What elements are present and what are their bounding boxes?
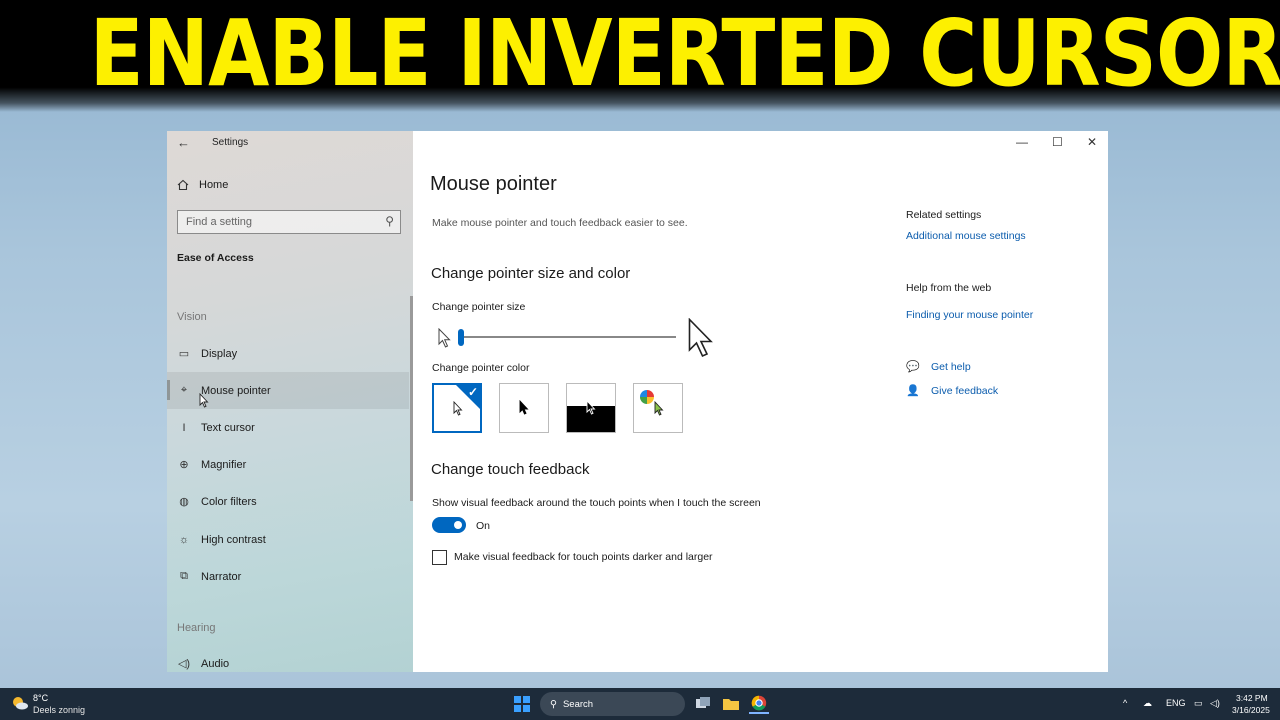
get-help-icon: 💬 — [906, 361, 920, 373]
task-view-button[interactable] — [693, 694, 713, 714]
finding-pointer-link[interactable]: Finding your mouse pointer — [906, 309, 1033, 321]
large-pointer-icon — [688, 318, 713, 358]
magnifier-icon: ⊕ — [179, 459, 189, 471]
file-explorer-button[interactable] — [721, 694, 741, 714]
pointer-color-white[interactable]: ✓ — [432, 383, 482, 433]
main-content: — ☐ ✕ Mouse pointer Make mouse pointer a… — [413, 131, 1108, 672]
help-web-heading: Help from the web — [906, 282, 992, 294]
small-pointer-icon — [438, 328, 451, 348]
search-placeholder: Find a setting — [186, 216, 253, 228]
related-settings-heading: Related settings — [906, 209, 982, 221]
sidebar-item-narrator[interactable]: ⧉ Narrator — [167, 558, 409, 595]
sidebar-item-display[interactable]: ▭ Display — [167, 335, 409, 372]
sidebar-item-label: High contrast — [201, 533, 266, 546]
get-help-link[interactable]: Get help — [931, 361, 971, 373]
custom-pointer-icon — [654, 401, 664, 416]
sidebar-item-label: Display — [201, 347, 238, 360]
taskbar-search-label: Search — [562, 698, 594, 710]
touch-feedback-label: Show visual feedback around the touch po… — [432, 497, 761, 509]
touch-feedback-heading: Change touch feedback — [431, 461, 590, 478]
chrome-icon — [751, 695, 767, 711]
pointer-color-custom[interactable] — [633, 383, 683, 433]
pointer-size-label: Change pointer size — [432, 301, 526, 313]
home-nav-item[interactable]: Home — [177, 179, 228, 191]
volume-icon[interactable]: ◁) — [1210, 698, 1220, 709]
white-pointer-icon — [453, 401, 463, 416]
folder-icon — [723, 699, 739, 710]
minimize-button[interactable]: — — [1016, 135, 1028, 149]
onedrive-cloud-icon[interactable]: ☁ — [1143, 698, 1152, 709]
network-icon[interactable]: ▭ — [1194, 698, 1203, 709]
narrator-icon: ⧉ — [180, 570, 188, 582]
maximize-button[interactable]: ☐ — [1052, 135, 1063, 149]
sidebar-item-magnifier[interactable]: ⊕ Magnifier — [167, 446, 409, 483]
page-description: Make mouse pointer and touch feedback ea… — [432, 217, 688, 229]
give-feedback-link[interactable]: Give feedback — [931, 385, 998, 397]
taskbar-search[interactable]: ⚲ Search — [540, 692, 685, 716]
sidebar-item-label: Text cursor — [201, 421, 255, 434]
group-label-vision: Vision — [177, 311, 207, 323]
weather-temperature[interactable]: 8°C — [33, 693, 48, 703]
black-pointer-icon — [519, 400, 529, 415]
pointer-size-slider-track[interactable] — [461, 336, 676, 338]
weather-description[interactable]: Deels zonnig — [33, 705, 85, 715]
sidebar: ← Settings Home Find a setting ⚲ Ease of… — [167, 131, 413, 672]
home-icon — [177, 179, 189, 191]
color-wheel-icon — [640, 390, 654, 404]
close-button[interactable]: ✕ — [1087, 135, 1097, 149]
pointer-color-inverted[interactable] — [566, 383, 616, 433]
language-indicator[interactable]: ENG — [1166, 698, 1186, 708]
color-filters-icon: ◍ — [179, 496, 189, 508]
page-title: Mouse pointer — [430, 173, 557, 195]
headline-text: ENABLE INVERTED CURSOR — [89, 0, 1280, 107]
app-title: Settings — [212, 137, 249, 148]
sidebar-item-label: Color filters — [201, 495, 257, 508]
touch-feedback-toggle[interactable] — [432, 517, 466, 533]
high-contrast-icon: ☼ — [178, 533, 190, 546]
toggle-state-label: On — [476, 520, 491, 532]
settings-window: ← Settings Home Find a setting ⚲ Ease of… — [167, 131, 1108, 672]
chrome-button[interactable] — [749, 694, 769, 714]
headline-banner: ENABLE INVERTED CURSOR — [0, 0, 1280, 112]
taskbar: 8°C Deels zonnig ⚲ Search ^ ☁ ENG ▭ ◁) 3… — [0, 688, 1280, 720]
pointer-color-label: Change pointer color — [432, 362, 530, 374]
text-cursor-icon: I — [182, 421, 186, 434]
home-label: Home — [199, 179, 229, 191]
additional-mouse-settings-link[interactable]: Additional mouse settings — [906, 230, 1026, 242]
partly-sunny-icon[interactable] — [12, 696, 28, 710]
darker-feedback-checkbox[interactable] — [432, 550, 447, 565]
sidebar-item-text-cursor[interactable]: I Text cursor — [167, 409, 409, 446]
clock-time[interactable]: 3:42 PM — [1236, 693, 1268, 703]
search-icon: ⚲ — [550, 698, 557, 710]
show-hidden-icons-chevron-icon[interactable]: ^ — [1123, 698, 1127, 708]
sidebar-item-label: Narrator — [201, 570, 242, 583]
checkmark-icon: ✓ — [467, 385, 478, 399]
back-arrow-icon[interactable]: ← — [177, 135, 190, 150]
sidebar-item-audio[interactable]: ◁) Audio — [167, 645, 409, 672]
group-label-hearing: Hearing — [177, 622, 216, 634]
find-setting-input[interactable]: Find a setting ⚲ — [177, 210, 401, 234]
search-icon[interactable]: ⚲ — [385, 214, 394, 228]
sidebar-item-label: Magnifier — [201, 458, 247, 471]
mouse-pointer-icon: ⌖ — [180, 384, 188, 396]
sidebar-item-label: Audio — [201, 657, 230, 670]
pointer-size-slider-thumb[interactable] — [458, 329, 464, 346]
sidebar-item-label: Mouse pointer — [201, 384, 271, 397]
clock-date[interactable]: 3/16/2025 — [1232, 705, 1270, 715]
give-feedback-icon: 👤 — [906, 385, 920, 397]
inverted-pointer-icon — [586, 400, 596, 415]
mouse-cursor-icon — [199, 393, 209, 408]
task-view-icon — [696, 697, 710, 708]
section-title: Ease of Access — [177, 252, 254, 264]
size-color-heading: Change pointer size and color — [431, 265, 631, 282]
pointer-color-black[interactable] — [499, 383, 549, 433]
start-button[interactable] — [514, 696, 530, 712]
audio-icon: ◁) — [177, 658, 191, 670]
sidebar-item-color-filters[interactable]: ◍ Color filters — [167, 483, 409, 520]
darker-feedback-label: Make visual feedback for touch points da… — [454, 551, 713, 563]
sidebar-item-high-contrast[interactable]: ☼ High contrast — [167, 521, 409, 558]
monitor-icon: ▭ — [178, 348, 190, 360]
windows-logo-icon — [514, 696, 521, 703]
